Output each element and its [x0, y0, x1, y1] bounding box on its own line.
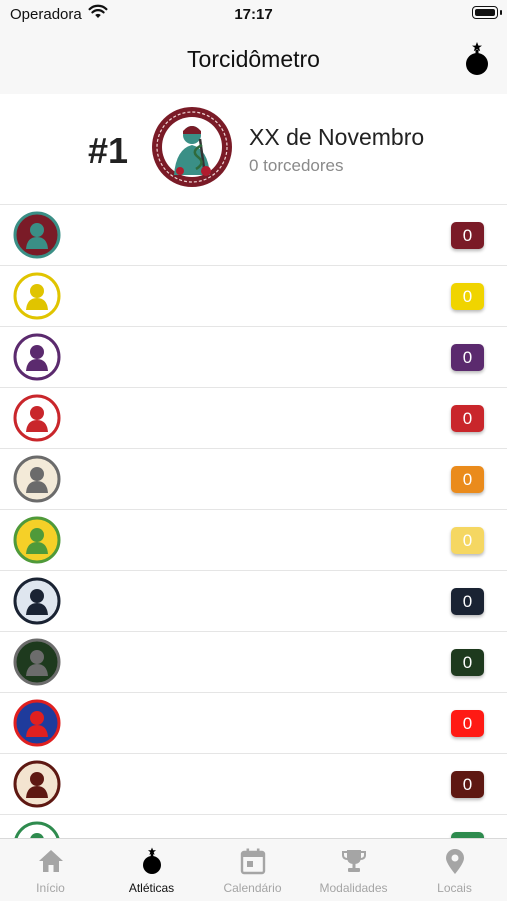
team-row[interactable]: 0 [0, 388, 507, 449]
supporter-count-badge: 0 [451, 344, 484, 371]
team-row[interactable]: 0 [0, 327, 507, 388]
team-row[interactable]: 0 [0, 571, 507, 632]
supporter-count-badge: 0 [451, 527, 484, 554]
teams-list[interactable]: 0 0 0 0 0 0 0 0 0 0 0 [0, 205, 507, 838]
leader-logo [152, 107, 232, 187]
tab-label-locais: Locais [437, 881, 472, 895]
tab-label-modalidades: Modalidades [319, 881, 388, 895]
navy-bear-logo [13, 577, 61, 625]
tab-modalidades[interactable]: Modalidades [303, 839, 404, 901]
tab-label-inicio: Início [36, 881, 65, 895]
tab-label-atleticas: Atléticas [128, 881, 175, 895]
tab-calendario[interactable]: Calendário [202, 839, 303, 901]
location-pin-icon [446, 849, 464, 874]
supporter-count-badge: 0 [451, 283, 484, 310]
yellow-snake-logo [13, 272, 61, 320]
status-bar: Operadora 17:17 [0, 0, 507, 28]
page-title: Torcidômetro [187, 46, 320, 72]
rank-label: #1 [88, 130, 129, 171]
team-row[interactable]: 0 [0, 815, 507, 838]
home-icon [39, 850, 63, 872]
skull-logo [13, 455, 61, 503]
green-leaf-logo [14, 821, 60, 838]
team-row[interactable]: 0 [0, 632, 507, 693]
dark-green-logo [13, 638, 61, 686]
supporter-count-badge: 0 [451, 771, 484, 798]
maroon-crest-logo [13, 211, 61, 259]
clock: 17:17 [234, 6, 273, 23]
tab-bar: Início Atléticas Calendário Modalidades [0, 838, 507, 901]
supporter-count-badge: 0 [451, 710, 484, 737]
red-warrior-logo [13, 394, 61, 442]
tab-inicio[interactable]: Início [0, 839, 101, 901]
supporter-count-badge: 0 [451, 405, 484, 432]
supporter-count-badge: 0 [451, 588, 484, 615]
team-row[interactable]: 0 [0, 510, 507, 571]
leader-card[interactable]: #1 XX de Novembro 0 torcedores [0, 94, 507, 205]
tab-label-calendario: Calendário [223, 881, 282, 895]
green-hulk-logo [13, 516, 61, 564]
team-row[interactable]: 0 [0, 205, 507, 266]
navigation-bar: Torcidômetro [0, 28, 507, 94]
team-row[interactable]: 0 [0, 754, 507, 815]
calendar-icon [240, 848, 266, 875]
supporter-count-badge: 0 [451, 222, 484, 249]
red-blue-mascot-logo [13, 699, 61, 747]
jester-logo [13, 760, 61, 808]
trophy-icon [342, 850, 366, 872]
tab-atleticas[interactable]: Atléticas [101, 839, 202, 901]
team-row[interactable]: 0 [0, 266, 507, 327]
bomb-icon [143, 847, 161, 874]
purple-wheel-logo [13, 333, 61, 381]
team-row[interactable]: 0 [0, 449, 507, 510]
supporter-count-badge: 0 [451, 466, 484, 493]
leader-name: XX de Novembro [249, 124, 425, 150]
battery-icon [472, 6, 502, 19]
supporter-count-badge: 0 [451, 649, 484, 676]
team-row[interactable]: 0 [0, 693, 507, 754]
leader-supporters: 0 torcedores [249, 156, 344, 175]
tab-locais[interactable]: Locais [404, 839, 505, 901]
bomb-icon[interactable] [463, 41, 491, 77]
